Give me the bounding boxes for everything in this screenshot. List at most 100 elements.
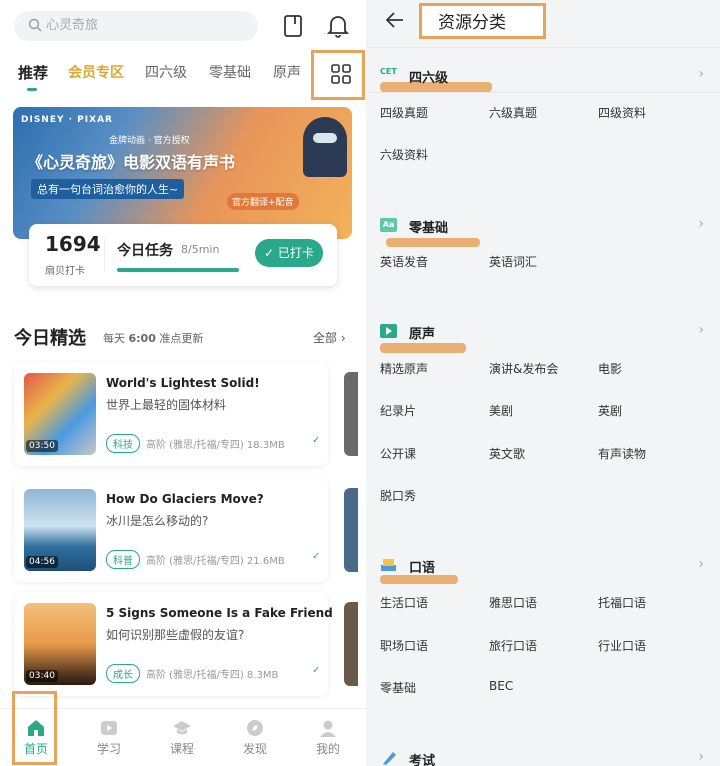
resource-category-screen: 资源分类 CET 四六级 › 四级真题 六级真题 四级资料 六级资料 Aa 零基…: [366, 0, 720, 766]
category-item[interactable]: 演讲&发布会: [489, 360, 558, 377]
category-item[interactable]: 六级真题: [489, 104, 537, 121]
peek-thumbnail: [344, 602, 358, 686]
item-meta: 高阶 (雅思/托福/专四) 21.6MB: [146, 552, 285, 567]
peek-thumbnail: [344, 372, 358, 456]
category-item[interactable]: 旅行口语: [489, 637, 537, 654]
section-name: 口语: [409, 561, 436, 576]
category-item[interactable]: 英文歌: [489, 445, 525, 462]
item-tag: 科普: [106, 550, 140, 569]
video-thumbnail: 03:40: [24, 603, 96, 685]
category-item[interactable]: 四级资料: [598, 104, 646, 121]
bookshelf-icon[interactable]: [283, 14, 303, 38]
speaking-book-icon: [381, 559, 396, 571]
search-input[interactable]: 心灵奇旅: [14, 11, 258, 41]
checkin-button[interactable]: ✓ 已打卡: [255, 239, 323, 267]
task-progress-bar: [117, 268, 239, 272]
video-duration: 04:56: [26, 556, 58, 568]
highlight-box-title: [419, 3, 546, 39]
category-item[interactable]: 雅思口语: [489, 594, 537, 611]
banner-subtitle: 总有一句台词治愈你的人生~: [31, 179, 185, 199]
downloaded-check-icon: ✓: [312, 551, 321, 562]
category-item[interactable]: 行业口语: [598, 637, 646, 654]
category-item[interactable]: 英语词汇: [489, 253, 537, 270]
compass-icon: [247, 720, 263, 736]
category-item[interactable]: 英剧: [598, 402, 622, 419]
tab-cet[interactable]: 四六级: [145, 62, 187, 82]
banner-badge: 金牌动画 · 官方授权: [109, 136, 190, 146]
tab-beginner[interactable]: 零基础: [209, 62, 251, 82]
tab-original[interactable]: 原声: [273, 62, 301, 82]
bell-icon[interactable]: [327, 14, 349, 38]
highlight-underline: [386, 238, 480, 247]
today-update-note: 每天 6:00 准点更新: [103, 330, 203, 346]
beginner-icon: Aa: [380, 218, 397, 232]
list-item[interactable]: 03:40 5 Signs Someone Is a Fake Friend 如…: [14, 592, 333, 696]
item-tag: 科技: [106, 434, 140, 453]
nav-courses[interactable]: 课程: [152, 719, 212, 757]
checkin-button-label: 已打卡: [277, 246, 314, 260]
nav-study-label: 学习: [96, 742, 121, 756]
nav-me-label: 我的: [315, 742, 340, 756]
active-tab-indicator: [27, 88, 37, 91]
list-item[interactable]: 04:56 How Do Glaciers Move? 冰川是怎么移动的? 科普…: [14, 478, 328, 582]
downloaded-check-icon: ✓: [312, 665, 321, 676]
search-placeholder: 心灵奇旅: [46, 18, 99, 33]
category-item[interactable]: 精选原声: [380, 360, 428, 377]
category-item[interactable]: 脱口秀: [380, 487, 416, 504]
category-item[interactable]: 有声读物: [598, 445, 646, 462]
user-icon: [320, 720, 336, 737]
nav-study[interactable]: 学习: [79, 719, 139, 757]
tab-vip[interactable]: 会员专区: [68, 62, 124, 82]
category-item[interactable]: 纪录片: [380, 402, 416, 419]
back-arrow-icon[interactable]: [386, 12, 404, 28]
chevron-right-icon: ›: [698, 749, 704, 765]
category-item[interactable]: 公开课: [380, 445, 416, 462]
category-item[interactable]: BEC: [489, 679, 513, 693]
video-play-icon: [380, 324, 397, 338]
category-item[interactable]: 职场口语: [380, 637, 428, 654]
category-item[interactable]: 零基础: [380, 679, 416, 696]
item-level: 高阶 (雅思/托福/专四): [146, 440, 244, 451]
category-item[interactable]: 电影: [598, 360, 622, 377]
item-subtitle: 如何识别那些虚假的友谊?: [106, 628, 245, 642]
video-thumbnail: 03:50: [24, 373, 96, 455]
item-subtitle: 冰川是怎么移动的?: [106, 514, 209, 528]
view-all-label: 全部: [313, 331, 338, 345]
nav-discover[interactable]: 发现: [225, 719, 285, 757]
nav-me[interactable]: 我的: [298, 719, 358, 757]
category-item[interactable]: 生活口语: [380, 594, 428, 611]
highlight-underline: [380, 575, 458, 584]
category-item[interactable]: 美剧: [489, 402, 513, 419]
item-title: How Do Glaciers Move?: [106, 492, 264, 506]
item-size: 8.3MB: [246, 670, 279, 681]
character-glasses: [313, 133, 337, 143]
view-all-link[interactable]: 全部 ›: [313, 329, 346, 346]
chevron-right-icon: ›: [698, 556, 704, 572]
chevron-right-icon: ›: [698, 322, 704, 338]
highlight-box-home: [12, 691, 57, 765]
category-item[interactable]: 托福口语: [598, 594, 646, 611]
item-level: 高阶 (雅思/托福/专四): [146, 556, 244, 567]
tab-recommend[interactable]: 推荐: [18, 62, 48, 83]
today-title: 今日精选: [14, 328, 86, 349]
divider: [104, 238, 105, 272]
nav-courses-label: 课程: [169, 742, 194, 756]
character-illustration: [303, 117, 347, 177]
list-item[interactable]: 03:50 World's Lightest Solid! 世界上最轻的固体材料…: [14, 362, 328, 466]
section-name: 考试: [409, 754, 436, 766]
play-box-icon: [101, 721, 117, 735]
graduation-cap-icon: [173, 721, 191, 735]
update-suffix: 准点更新: [159, 332, 204, 345]
highlight-box-grid: [311, 50, 365, 100]
category-item[interactable]: 英语发音: [380, 253, 428, 270]
item-title: World's Lightest Solid!: [106, 376, 260, 390]
promo-banner[interactable]: DISNEY · PIXAR 金牌动画 · 官方授权 《心灵奇旅》电影双语有声书…: [13, 107, 352, 239]
item-size: 18.3MB: [246, 440, 285, 451]
item-size: 21.6MB: [246, 556, 285, 567]
category-item[interactable]: 四级真题: [380, 104, 428, 121]
item-meta: 高阶 (雅思/托福/专四) 18.3MB: [146, 436, 285, 451]
task-progress-text: 8/5min: [181, 243, 220, 256]
category-item[interactable]: 六级资料: [380, 146, 428, 163]
update-prefix: 每天: [103, 332, 125, 345]
chevron-right-icon: ›: [698, 216, 704, 232]
